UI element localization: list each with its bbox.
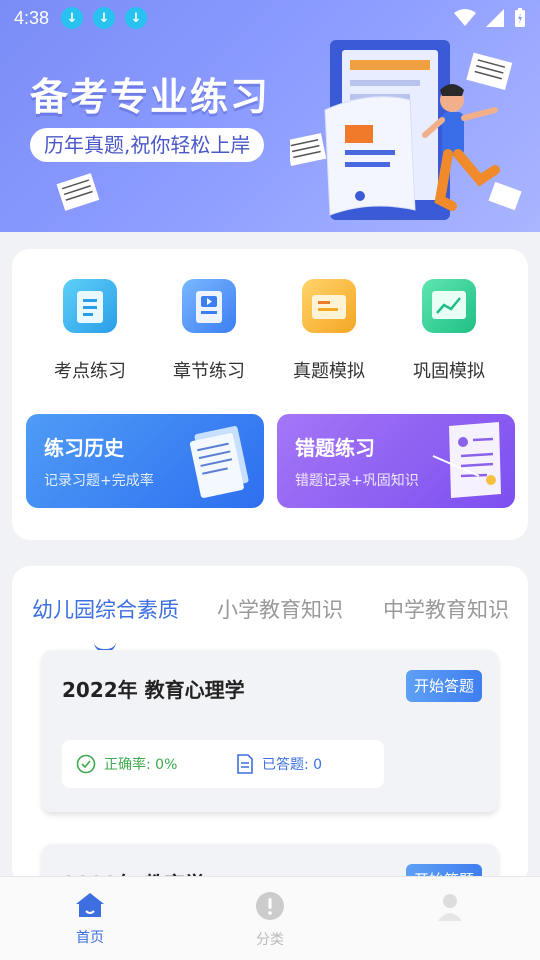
exam-illustration — [290, 40, 522, 220]
paper-icon — [56, 173, 100, 211]
bottom-nav: 首页 分类 — [0, 876, 540, 960]
nav-category-label: 分类 — [256, 932, 284, 948]
exam-item[interactable]: 2022年 教育心理学 开始答题 正确率: 0% 已答题: 0 — [42, 650, 498, 812]
top-banner[interactable]: 4:38 ↓ ↓ ↓ 备考专业练习 历年真题,祝你轻松上岸 — [0, 0, 540, 232]
practice-history-subtitle: 记录习题+完成率 — [44, 473, 154, 489]
home-icon — [76, 893, 104, 917]
nav-home[interactable]: 首页 — [50, 891, 130, 947]
grid-item-label: 考点练习 — [54, 361, 126, 382]
check-circle-icon — [76, 754, 96, 774]
subject-tabs: 幼儿园综合素质 小学教育知识 中学教育知识 — [12, 594, 528, 652]
document-icon — [237, 754, 253, 774]
answered-text: 已答题: 0 — [262, 757, 323, 773]
video-doc-icon — [182, 279, 236, 333]
accuracy-text: 正确率: 0% — [104, 757, 178, 773]
grid-item-consolidate[interactable]: 巩固模拟 — [389, 279, 509, 383]
chart-icon — [422, 279, 476, 333]
grid-item-label: 巩固模拟 — [413, 361, 485, 382]
start-answer-button[interactable]: 开始答题 — [406, 670, 482, 702]
accuracy-stat: 正确率: 0% — [76, 754, 236, 774]
documents-icon — [189, 426, 249, 498]
grid-item-point-practice[interactable]: 考点练习 — [30, 279, 150, 383]
answered-stat: 已答题: 0 — [236, 754, 322, 774]
wrong-question-subtitle: 错题记录+巩固知识 — [295, 473, 419, 489]
tab-kindergarten[interactable]: 幼儿园综合素质 — [32, 594, 179, 624]
exam-list-card: 幼儿园综合素质 小学教育知识 中学教育知识 2022年 教育心理学 开始答题 正… — [12, 566, 528, 886]
banner-subtitle: 历年真题,祝你轻松上岸 — [30, 128, 265, 162]
grid-item-real-exam[interactable]: 真题模拟 — [269, 279, 389, 383]
status-time: 4:38 — [14, 7, 50, 28]
scroll-icon — [432, 422, 501, 498]
wrong-question-card[interactable]: 错题练习 错题记录+巩固知识 — [277, 414, 515, 508]
grid-item-chapter-practice[interactable]: 章节练习 — [149, 279, 269, 383]
grid-item-label: 真题模拟 — [293, 361, 365, 382]
wrong-question-title: 错题练习 — [295, 436, 375, 460]
practice-history-card[interactable]: 练习历史 记录习题+完成率 — [26, 414, 264, 508]
exam-stats: 正确率: 0% 已答题: 0 — [62, 740, 384, 788]
exam-title: 2022年 教育心理学 — [62, 678, 245, 702]
nav-home-label: 首页 — [76, 930, 104, 946]
tab-primary[interactable]: 小学教育知识 — [217, 594, 343, 624]
download-icon: ↓ — [61, 7, 84, 29]
folder-icon — [302, 279, 356, 333]
notebook-icon — [63, 279, 117, 333]
nav-category[interactable]: 分类 — [230, 891, 310, 949]
practice-history-title: 练习历史 — [44, 436, 124, 460]
feature-card: 考点练习 章节练习 真题模拟 巩固模拟 练习历史 记录习题+完成率 错题练习 错… — [12, 249, 528, 540]
download-icon: ↓ — [93, 7, 116, 29]
exclamation-circle-icon — [256, 892, 284, 920]
download-icon: ↓ — [125, 7, 148, 29]
banner-title: 备考专业练习 — [30, 75, 271, 119]
grid-item-label: 章节练习 — [173, 361, 245, 382]
nav-profile[interactable] — [410, 891, 490, 925]
tab-secondary[interactable]: 中学教育知识 — [383, 594, 509, 624]
user-icon — [438, 894, 462, 921]
